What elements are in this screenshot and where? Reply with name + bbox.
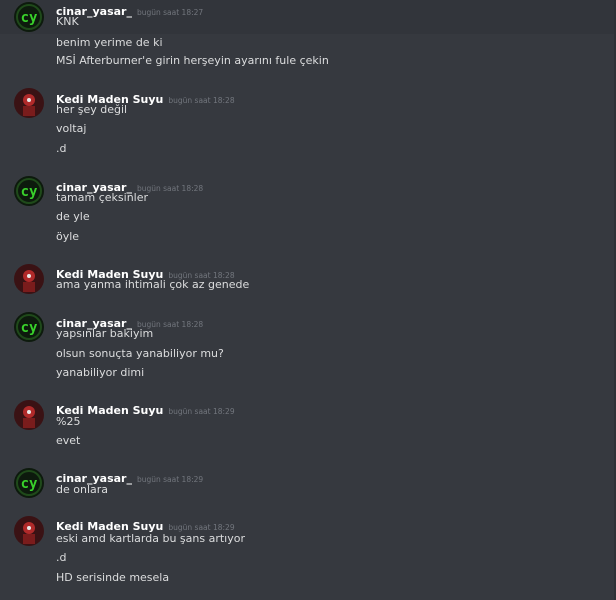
red-profile-avatar-icon [14,400,44,430]
message-text: voltaj [56,122,87,135]
message-text: de onlara [56,483,109,496]
message-header: cinar_yasar_ bugün saat 18:27 [56,0,204,18]
red-profile-avatar-icon [14,516,44,546]
avatar[interactable]: cy [14,468,44,498]
timestamp: bugün saat 18:29 [168,407,235,416]
timestamp: bugün saat 18:27 [136,8,204,17]
avatar[interactable] [14,516,44,546]
svg-text:cy: cy [21,320,38,336]
message-text: yapsınlar bakiyim [56,327,154,340]
timestamp: bugün saat 18:28 [168,96,235,105]
svg-text:cy: cy [21,184,38,200]
message-text: olsun sonuçta yanabiliyor mu? [56,347,224,360]
message-header: Kedi Maden Suyu bugün saat 18:29 [56,515,235,533]
message-text: MSİ Afterburner'e girin herşeyin ayarını… [56,54,329,67]
message-text: benim yerime de ki [56,36,163,49]
message-header: Kedi Maden Suyu bugün saat 18:29 [56,399,235,417]
message-header: Kedi Maden Suyu bugün saat 18:28 [56,263,235,281]
message-header: Kedi Maden Suyu bugün saat 18:28 [56,88,235,106]
message-text: eski amd kartlarda bu şans artıyor [56,532,245,545]
green-cy-logo-icon: cy [14,468,44,498]
timestamp: bugün saat 18:29 [136,475,204,484]
message-text: KNK [56,15,79,28]
green-cy-logo-icon: cy [14,2,44,32]
green-cy-logo-icon: cy [14,176,44,206]
svg-text:cy: cy [21,476,38,492]
timestamp: bugün saat 18:29 [168,523,235,532]
message-text: %25 [56,415,81,428]
chat-messages-list[interactable]: cy cinar_yasar_ bugün saat 18:27 KNK beni… [0,0,616,600]
message-header: cinar_yasar_ bugün saat 18:29 [56,467,204,485]
avatar[interactable] [14,88,44,118]
message-text: her şey değil [56,103,128,116]
svg-text:cy: cy [21,10,38,26]
message-text: yanabiliyor dimi [56,366,145,379]
avatar[interactable]: cy [14,176,44,206]
message-text: ama yanma ihtimali çok az genede [56,278,250,291]
message-header: cinar_yasar_ bugün saat 18:28 [56,312,203,330]
message-header: cinar_yasar_ bugün saat 18:28 [56,176,203,194]
avatar[interactable]: cy [14,2,44,32]
message-text: öyle [56,230,80,243]
avatar[interactable] [14,264,44,294]
message-text: de yle [56,210,90,223]
message-text: evet [56,434,81,447]
red-profile-avatar-icon [14,264,44,294]
avatar[interactable]: cy [14,312,44,342]
message-text: .d [56,142,67,155]
message-text: HD serisinde mesela [56,571,170,584]
message-text: tamam çeksinler [56,191,149,204]
red-profile-avatar-icon [14,88,44,118]
avatar[interactable] [14,400,44,430]
green-cy-logo-icon: cy [14,312,44,342]
message-text: .d [56,551,67,564]
